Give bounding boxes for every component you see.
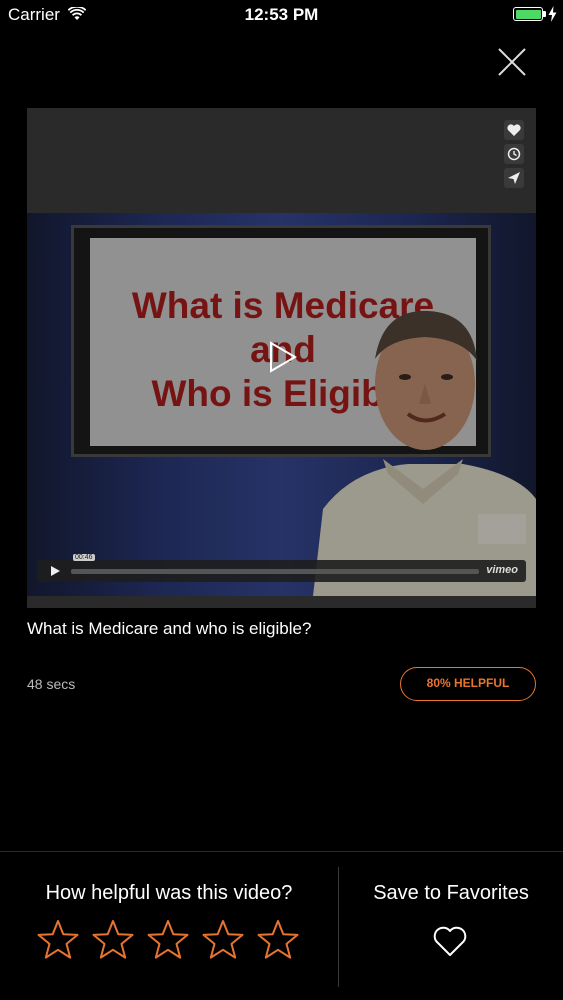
status-bar: Carrier 12:53 PM — [0, 0, 563, 30]
heart-icon[interactable] — [432, 924, 468, 958]
rating-prompt: How helpful was this video? — [45, 882, 293, 904]
video-controls: 00:46 vimeo — [37, 554, 526, 582]
video-overlay — [27, 213, 536, 596]
star-icon[interactable] — [256, 918, 300, 962]
save-to-favorites-label: Save to Favorites — [373, 882, 529, 904]
vimeo-logo: vimeo — [486, 564, 518, 576]
helpful-badge: 80% HELPFUL — [400, 667, 536, 701]
play-icon[interactable] — [261, 337, 301, 377]
star-icon[interactable] — [36, 918, 80, 962]
like-heart-icon[interactable] — [504, 120, 524, 140]
battery-icon — [513, 7, 543, 21]
send-icon[interactable] — [504, 168, 524, 188]
small-play-icon[interactable] — [49, 565, 61, 577]
star-rating[interactable] — [36, 918, 306, 964]
star-icon[interactable] — [201, 918, 245, 962]
timestamp: 00:46 — [73, 554, 95, 561]
video-title: What is Medicare and who is eligible? — [27, 619, 312, 638]
close-icon[interactable] — [496, 46, 528, 78]
video-frame: What is Medicare and Who is Eligible — [27, 213, 536, 596]
clock: 12:53 PM — [244, 5, 319, 24]
clock-icon[interactable] — [504, 144, 524, 164]
charging-icon — [548, 6, 557, 22]
progress-track[interactable] — [71, 569, 479, 574]
video-player[interactable]: What is Medicare and Who is Eligible 00:… — [27, 108, 536, 608]
star-icon[interactable] — [146, 918, 190, 962]
battery-tip — [543, 11, 546, 17]
side-controls — [504, 120, 526, 192]
video-duration: 48 secs — [27, 676, 76, 692]
star-icon[interactable] — [91, 918, 135, 962]
footer-panel: How helpful was this video? Save to Favo… — [0, 851, 563, 1000]
